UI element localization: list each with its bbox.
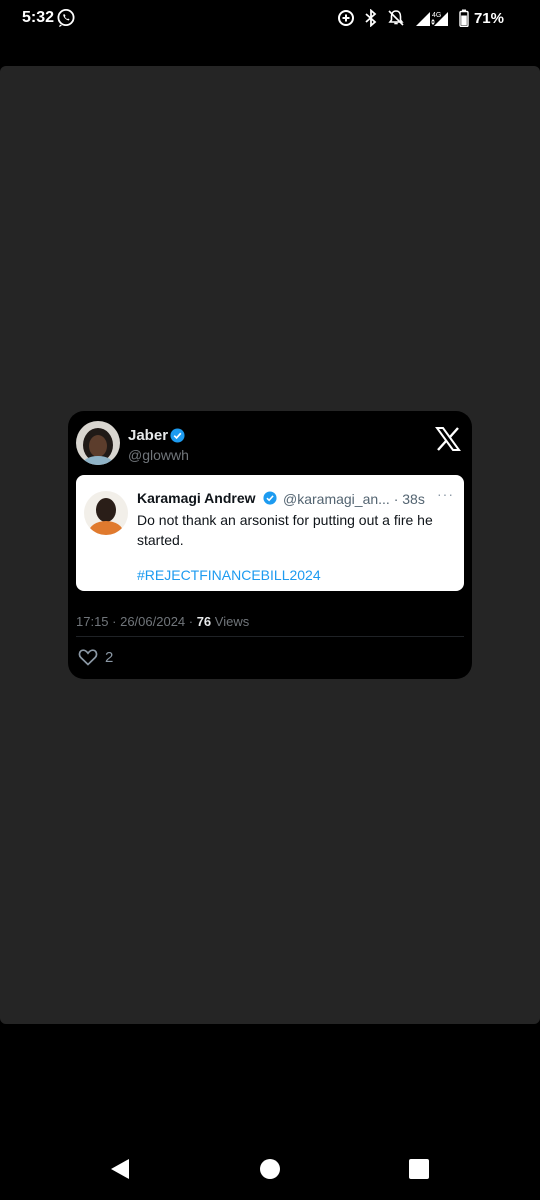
verified-badge-icon [170,428,185,443]
author-handle[interactable]: @glowwh [128,447,189,463]
tweet-datetime: 17:15 · 26/06/2024 · [76,614,197,629]
recents-icon[interactable] [409,1159,429,1179]
status-bar: 5:32 4G 71% [0,0,540,36]
quoted-author-name[interactable]: Karamagi Andrew [137,490,256,506]
battery-percent: 71% [473,9,504,27]
bluetooth-icon [365,9,377,27]
home-icon[interactable] [260,1159,280,1179]
quoted-handle-time[interactable]: @karamagi_an... · 38s [283,491,425,507]
data-saver-icon [337,10,354,26]
more-options-icon[interactable]: ··· [437,486,454,502]
hashtag-link[interactable]: #REJECTFINANCEBILL2024 [137,567,321,583]
views-count: 76 [196,614,212,629]
battery-icon [459,9,469,27]
quoted-author-avatar[interactable] [84,491,128,535]
divider [76,636,464,637]
whatsapp-icon [57,9,75,27]
x-logo-icon [435,427,461,451]
like-count: 2 [105,649,114,666]
quoted-tweet[interactable]: Karamagi Andrew @karamagi_an... · 38s ··… [76,475,464,591]
tweet-card[interactable]: Jaber @glowwh Karamagi Andrew @karamagi_… [68,411,472,679]
signal-icon: 4G [415,12,448,26]
verified-badge-icon [263,491,277,505]
views-label: Views [211,614,250,629]
status-time: 5:32 [22,9,55,26]
quoted-tweet-text: Do not thank an arsonist for putting out… [137,512,433,548]
heart-icon[interactable] [78,648,98,666]
status-icons: 4G 71% [337,8,504,28]
network-type: 4G [432,12,441,19]
back-icon[interactable] [109,1158,131,1180]
author-avatar[interactable] [76,421,120,465]
author-name[interactable]: Jaber [128,427,168,444]
alarm-off-icon [388,10,404,26]
tweet-meta: 17:15 · 26/06/2024 · 76 Views [76,614,249,629]
